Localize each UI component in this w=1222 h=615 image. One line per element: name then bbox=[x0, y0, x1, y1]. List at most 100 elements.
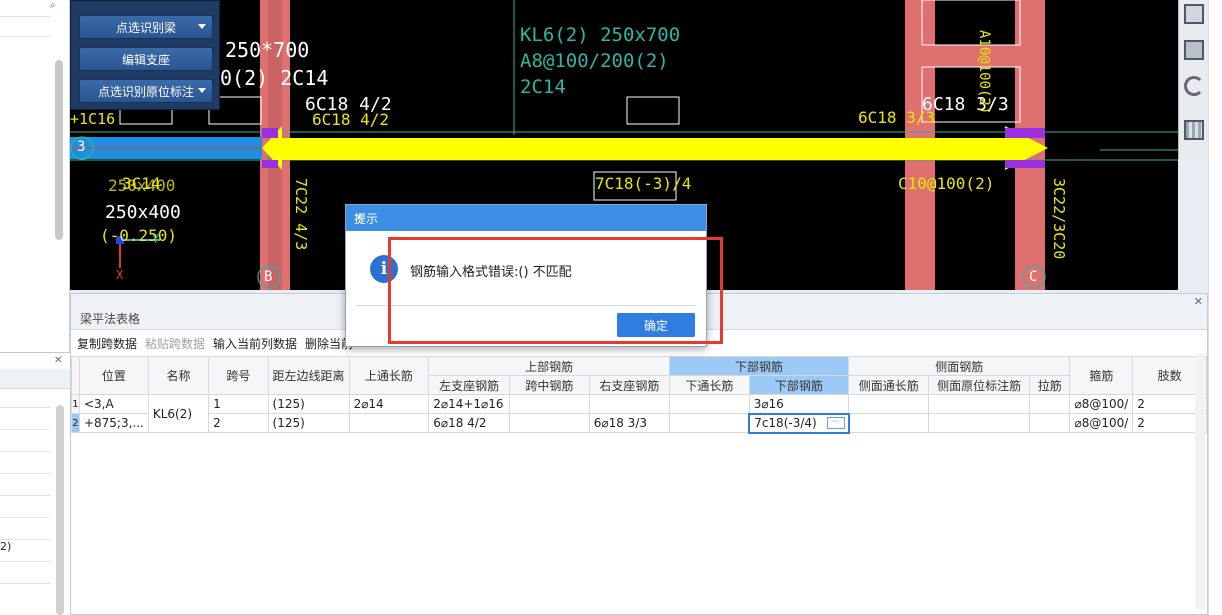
cad-text-2c14: 2C14 bbox=[520, 76, 566, 98]
cad-text-left-elev: (-0.250) bbox=[100, 226, 178, 245]
cad-text-left-section-yellow: 250x400 bbox=[108, 176, 176, 195]
cell-bottom-through[interactable] bbox=[669, 394, 750, 414]
row-number[interactable]: 2 bbox=[71, 413, 80, 433]
dialog-close-icon[interactable]: × bbox=[354, 210, 696, 224]
header-tie[interactable]: 拉筋 bbox=[1028, 375, 1071, 395]
cad-text-section-white: 250*700 bbox=[225, 38, 310, 62]
header-mid-span[interactable]: 跨中钢筋 bbox=[509, 375, 590, 395]
header-side-in-situ[interactable]: 侧面原位标注筋 bbox=[928, 375, 1030, 395]
dialog-message: 钢筋输入格式错误:() 不匹配 bbox=[410, 265, 572, 280]
header-top-through[interactable]: 上通长筋 bbox=[348, 356, 430, 395]
cell-side-in-situ[interactable] bbox=[928, 394, 1030, 414]
cell-right-support[interactable] bbox=[588, 394, 671, 414]
cad-text-col-b: 7C22 4/3 bbox=[292, 178, 310, 251]
cell-bottom-through[interactable] bbox=[669, 413, 750, 433]
cell-mid-span[interactable] bbox=[509, 413, 590, 433]
left-lower-scrollbar[interactable] bbox=[56, 405, 64, 615]
axis-y-label: Y bbox=[152, 232, 160, 246]
cell-span[interactable]: 2 bbox=[208, 413, 269, 433]
header-stirrup[interactable]: 箍筋 bbox=[1069, 356, 1134, 395]
cell-top-through[interactable]: 2⌀14 bbox=[348, 394, 430, 414]
cad-text-stirrup-white: 0(2) 2C14 bbox=[220, 66, 329, 90]
header-bottom-bars[interactable]: 下部钢筋 bbox=[748, 375, 850, 395]
left-side-panel: ⌕ ✕ 2) bbox=[0, 0, 70, 615]
cell-right-support[interactable]: 6⌀18 3/3 bbox=[588, 413, 671, 433]
input-current-column-button[interactable]: 输入当前列数据 bbox=[213, 335, 297, 352]
table-row[interactable]: 1 <3,A KL6(2) 1 (125) 2⌀14 2⌀14+1⌀16 3⌀1… bbox=[71, 394, 1207, 433]
cell-stirrup[interactable]: ⌀8@100/ bbox=[1069, 413, 1134, 433]
cad-text-kl6: KL6(2) 250x700 bbox=[520, 24, 681, 46]
row-number[interactable]: 1 bbox=[71, 394, 80, 414]
cad-text-left-section-white: 250x400 bbox=[105, 202, 181, 223]
grid-view-icon[interactable] bbox=[1184, 120, 1204, 140]
cad-text-span2-bottom: 7C18(-3)/4 bbox=[595, 174, 692, 193]
chevron-down-icon[interactable] bbox=[198, 24, 206, 29]
panel-close-icon[interactable]: ✕ bbox=[1194, 295, 1203, 308]
header-name[interactable]: 名称 bbox=[147, 356, 210, 395]
cell-side-through[interactable] bbox=[848, 394, 930, 414]
cell-dist[interactable]: (125) bbox=[267, 394, 350, 414]
header-dist[interactable]: 距左边线距离 bbox=[267, 356, 350, 395]
view-toolbar bbox=[1178, 0, 1208, 160]
left-panel-search-icon[interactable]: ⌕ bbox=[50, 0, 62, 11]
table-row[interactable]: 2 +875;3,... 2 (125) 6⌀18 4/2 6⌀18 3/3 7… bbox=[71, 412, 1207, 434]
header-span[interactable]: 跨号 bbox=[208, 356, 269, 395]
header-side-group: 侧面钢筋 bbox=[848, 356, 1071, 376]
cell-span[interactable]: 1 bbox=[208, 394, 269, 414]
cell-name[interactable]: KL6(2) bbox=[147, 394, 210, 433]
cell-tie[interactable] bbox=[1028, 413, 1071, 433]
header-position[interactable]: 位置 bbox=[78, 356, 149, 395]
cad-text-span2-stirrup: C10@100(2) bbox=[898, 174, 995, 193]
copy-span-data-button[interactable]: 复制跨数据 bbox=[77, 335, 137, 352]
pick-recognize-in-situ-label: 点选识别原位标注 bbox=[97, 84, 194, 99]
edit-support-button[interactable]: 编辑支座 bbox=[79, 47, 213, 71]
left-lower-panel: ✕ 2) bbox=[0, 352, 70, 615]
header-left-support[interactable]: 左支座钢筋 bbox=[428, 375, 511, 395]
header-side-through[interactable]: 侧面通长筋 bbox=[848, 375, 930, 395]
chevron-down-icon[interactable] bbox=[198, 88, 206, 93]
paste-span-data-button[interactable]: 粘贴跨数据 bbox=[145, 335, 205, 352]
ok-button[interactable]: 确定 bbox=[617, 313, 695, 337]
cell-left-support[interactable]: 2⌀14+1⌀16 bbox=[428, 394, 511, 414]
header-right-support[interactable]: 右支座钢筋 bbox=[588, 375, 671, 395]
grid-label-3: 3 bbox=[77, 139, 86, 155]
cad-text-support-right-yellow: 6C18 3/3 bbox=[858, 108, 936, 127]
recognition-floating-menu: 点选识别梁 编辑支座 点选识别原位标注 bbox=[70, 0, 220, 110]
cell-left-support[interactable]: 6⌀18 4/2 bbox=[428, 413, 511, 433]
view-cube-top-icon[interactable] bbox=[1184, 4, 1204, 24]
axis-x-label: X bbox=[116, 268, 124, 282]
cad-text-col-c: 3C22/3C20 bbox=[1050, 178, 1068, 260]
more-options-icon[interactable]: ··· bbox=[826, 416, 845, 429]
cad-text-1c16: +1C16 bbox=[70, 110, 116, 128]
cell-mid-span[interactable] bbox=[509, 394, 590, 414]
cell-dist[interactable]: (125) bbox=[267, 413, 350, 433]
left-panel-scrollbar[interactable] bbox=[55, 60, 63, 240]
cell-top-through[interactable] bbox=[348, 413, 430, 433]
header-bottom-group: 下部钢筋 bbox=[669, 356, 850, 376]
left-lower-close-icon[interactable]: ✕ bbox=[54, 355, 62, 366]
pick-recognize-beam-button[interactable]: 点选识别梁 bbox=[79, 15, 213, 39]
cell-stirrup[interactable]: ⌀8@100/ bbox=[1069, 394, 1134, 414]
info-icon: i bbox=[370, 255, 398, 283]
edit-support-label: 编辑支座 bbox=[121, 52, 170, 67]
header-bottom-through[interactable]: 下通长筋 bbox=[669, 375, 750, 395]
cell-bottom-bars-value[interactable]: 7c18(-3/4) bbox=[754, 416, 817, 430]
table-vertical-scrollbar[interactable] bbox=[1195, 354, 1205, 609]
cad-text-col-c-a10: A10@100(2) bbox=[976, 30, 992, 115]
corner-cell[interactable] bbox=[71, 356, 80, 395]
pick-recognize-beam-label: 点选识别梁 bbox=[115, 20, 176, 35]
dialog-titlebar: 提示 × bbox=[346, 205, 706, 231]
cell-side-in-situ[interactable] bbox=[928, 413, 1030, 433]
left-lower-item-text: 2) bbox=[0, 540, 12, 553]
view-cube-iso-icon[interactable] bbox=[1184, 40, 1204, 60]
beam-table-title: 梁平法表格 bbox=[80, 312, 141, 326]
pick-recognize-in-situ-button[interactable]: 点选识别原位标注 bbox=[79, 79, 213, 103]
cell-bottom-bars[interactable]: 3⌀16 bbox=[748, 394, 850, 414]
cell-position[interactable]: +875;3,... bbox=[78, 413, 149, 433]
cell-side-through[interactable] bbox=[848, 413, 930, 433]
cad-text-a8: A8@100/200(2) bbox=[520, 50, 669, 72]
cell-tie[interactable] bbox=[1028, 394, 1071, 414]
cell-bottom-bars-editing[interactable]: 7c18(-3/4) ··· bbox=[748, 412, 850, 434]
cell-position[interactable]: <3,A bbox=[78, 394, 149, 414]
rotate-icon[interactable] bbox=[1184, 76, 1204, 96]
